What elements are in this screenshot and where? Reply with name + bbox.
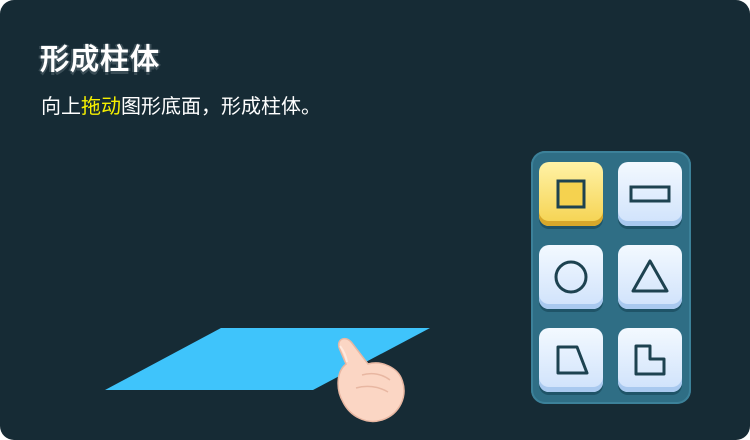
shape-tile-rectangle[interactable]	[618, 162, 682, 226]
l-shape-icon	[634, 344, 666, 376]
circle-icon	[554, 260, 588, 294]
lesson-card: 形成柱体 向上拖动图形底面，形成柱体。	[0, 0, 750, 440]
rectangle-icon	[629, 185, 671, 203]
shape-tile-triangle[interactable]	[618, 245, 682, 309]
triangle-icon	[631, 259, 669, 293]
shape-tile-circle[interactable]	[539, 245, 603, 309]
shape-tile-trapezoid[interactable]	[539, 328, 603, 392]
shape-tile-l-shape[interactable]	[618, 328, 682, 392]
shape-tile-square[interactable]	[539, 162, 603, 226]
shape-palette	[531, 151, 691, 404]
square-icon	[556, 179, 586, 209]
trapezoid-icon	[556, 345, 589, 375]
